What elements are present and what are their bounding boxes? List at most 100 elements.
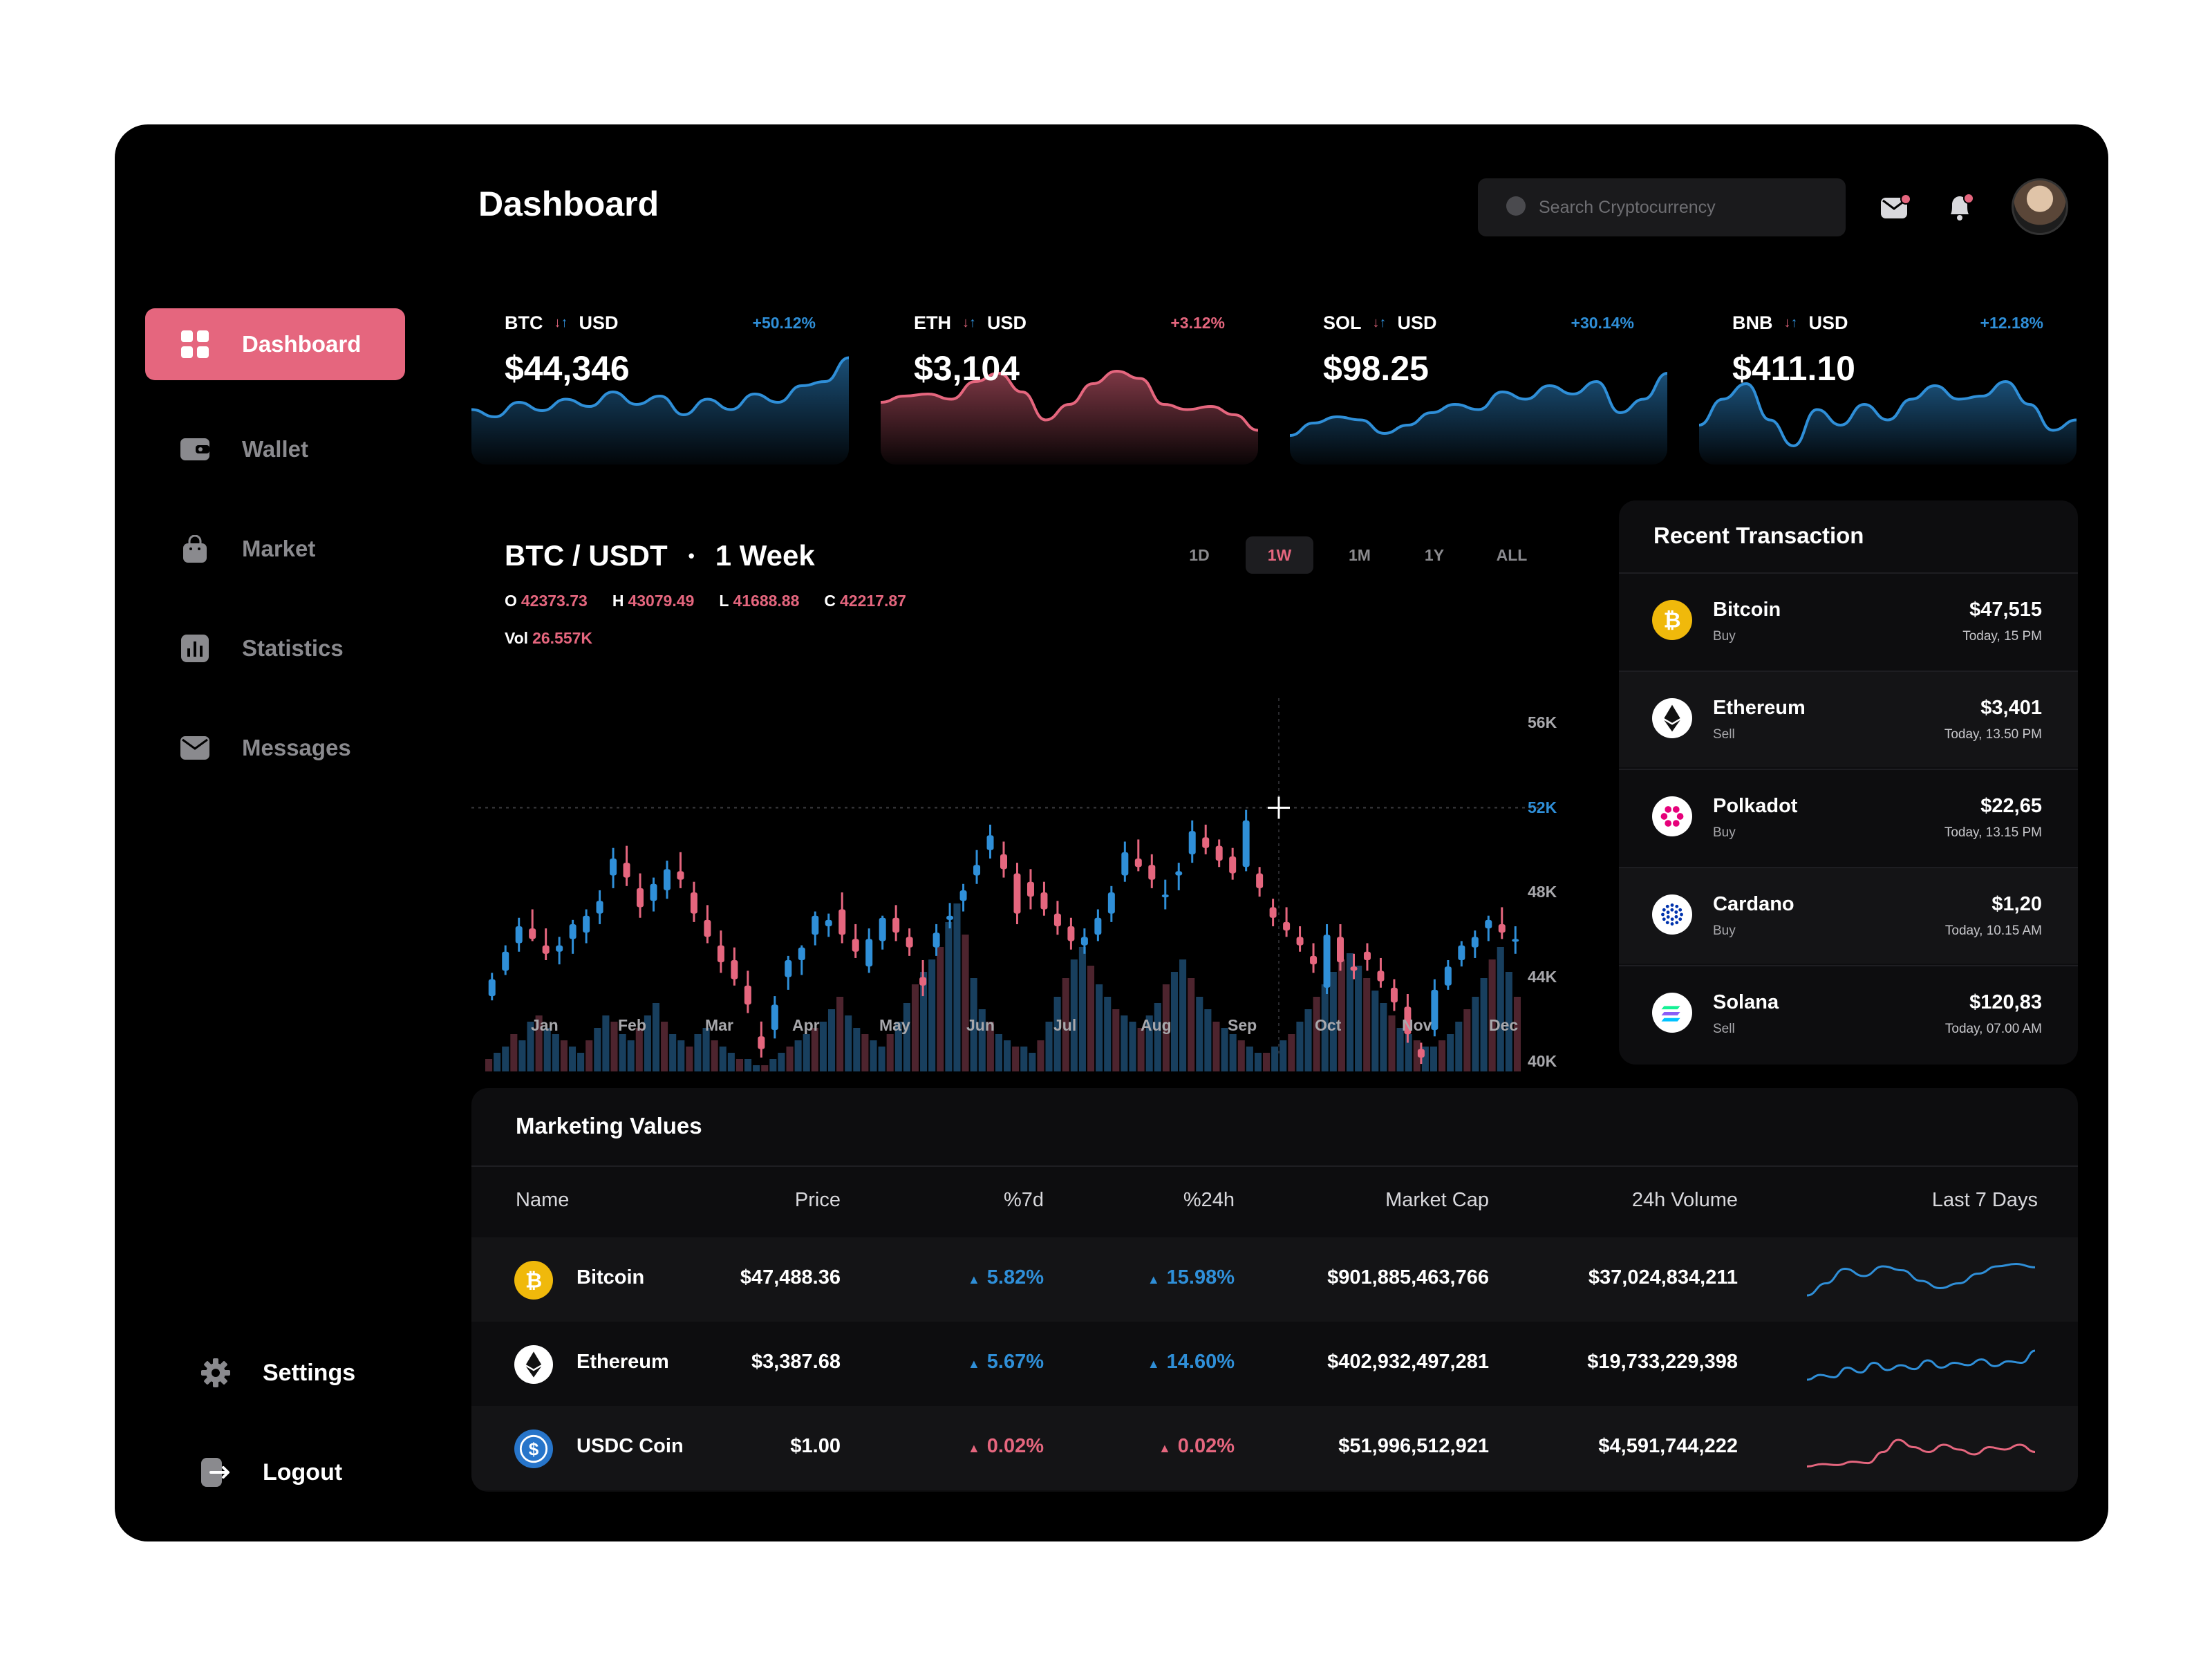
x-axis-tick: Nov [1402, 1016, 1432, 1034]
timeframe-1d[interactable]: 1D [1165, 536, 1233, 574]
sidebar-item-messages[interactable]: Messages [145, 712, 405, 784]
candle [932, 932, 940, 948]
mail-notification-button[interactable] [1876, 188, 1915, 227]
transaction-row[interactable]: Ethereum Sell $3,401 Today, 13.50 PM [1619, 671, 2078, 767]
volume-bar [1078, 947, 1086, 1071]
timeframe-all[interactable]: ALL [1478, 536, 1546, 574]
transaction-row[interactable]: Cardano Buy $1,20 Today, 10.15 AM [1619, 867, 2078, 964]
sidebar-item-label: Messages [242, 735, 351, 760]
candle [1107, 892, 1115, 914]
sidebar: Dashboard Wallet Market Statistics Messa… [115, 124, 474, 1541]
logout-icon [200, 1457, 231, 1488]
volume-bar [594, 1028, 601, 1071]
transaction-row[interactable]: Polkadot Buy $22,65 Today, 13.15 PM [1619, 769, 2078, 865]
candle [1269, 907, 1277, 918]
table-row[interactable]: $ USDC Coin $1.00 ▲ 0.02% ▲ 0.02% $51,996,512,9… [471, 1406, 2078, 1490]
candle [785, 960, 792, 977]
sidebar-item-wallet[interactable]: Wallet [145, 413, 405, 485]
volume-bar [485, 1059, 493, 1071]
logout-button[interactable]: Logout [200, 1445, 342, 1500]
candle [1471, 937, 1479, 948]
candle [1417, 1049, 1425, 1058]
transaction-time: Today, 15 PM [1962, 629, 2042, 644]
candlestick-chart[interactable] [471, 574, 1550, 1071]
candle [1134, 859, 1142, 868]
triangle-up-icon: ▲ [1147, 1273, 1160, 1286]
notification-button[interactable] [1941, 188, 1980, 227]
coin-name-value: Bitcoin [577, 1266, 645, 1288]
x-axis-tick: Jun [966, 1016, 995, 1034]
candle [529, 928, 536, 939]
volume-bar [627, 1040, 635, 1071]
volume-bar [1480, 978, 1488, 1071]
timeframe-1w[interactable]: 1W [1246, 536, 1313, 574]
bag-icon [180, 534, 210, 564]
ticker-pair: BNB ↓↑ USD [1732, 312, 1848, 334]
volume-bar [1237, 1040, 1245, 1071]
market-cap-value: $51,996,512,921 [1338, 1435, 1489, 1457]
coin-avatar: ₿ [1652, 600, 1692, 640]
column-header-price: Price [794, 1189, 841, 1211]
volume-bar [1020, 1047, 1028, 1071]
ticker-card-sol[interactable]: SOL ↓↑ USD +30.14% $98.25 [1290, 283, 1667, 465]
ticker-price: $3,104 [914, 349, 1020, 388]
base-symbol: ETH [914, 312, 951, 333]
table-row[interactable]: ₿ Bitcoin $47,488.36 ▲ 5.82% ▲ 15.98% $901,885,… [471, 1237, 2078, 1322]
change-24h: ▲ 0.02% [1159, 1435, 1235, 1458]
candle [973, 865, 981, 876]
candle [1013, 873, 1021, 914]
candle [812, 915, 819, 935]
table-row[interactable]: Ethereum $3,387.68 ▲ 5.67% ▲ 14.60% $402,932,4… [471, 1322, 2078, 1406]
sidebar-item-market[interactable]: Market [145, 513, 405, 585]
volume-bar [1371, 991, 1379, 1071]
candle [690, 892, 697, 914]
candle [852, 939, 859, 952]
volume-24h: $19,733,229,398 [1587, 1351, 1738, 1374]
volume-bar [1229, 1034, 1237, 1071]
coin-avatar [1652, 993, 1692, 1033]
transaction-type: Buy [1713, 629, 1736, 644]
x-axis-tick: May [879, 1016, 910, 1034]
candle [1377, 971, 1385, 982]
candle [637, 888, 644, 908]
volume-bar [778, 1053, 785, 1071]
timeframe-1m[interactable]: 1M [1326, 536, 1394, 574]
candle [515, 926, 523, 944]
sidebar-item-label: Dashboard [242, 331, 362, 357]
sidebar-item-dashboard[interactable]: Dashboard [145, 308, 405, 380]
search-input[interactable] [1539, 197, 1829, 218]
transaction-row[interactable]: Solana Sell $120,83 Today, 07.00 AM [1619, 965, 2078, 1062]
solana-icon [1652, 993, 1692, 1033]
candle [1458, 945, 1465, 960]
volume-bar [1346, 953, 1354, 1071]
volume-bar [1070, 959, 1078, 1071]
x-axis-tick: Oct [1315, 1016, 1342, 1034]
volume-bar [1355, 966, 1362, 1071]
volume-bar [1029, 1053, 1036, 1071]
search-bar[interactable] [1478, 178, 1846, 236]
sidebar-item-statistics[interactable]: Statistics [145, 612, 405, 684]
x-axis-tick: Dec [1489, 1016, 1519, 1034]
transaction-row[interactable]: ₿ Bitcoin Buy $47,515 Today, 15 PM [1619, 572, 2078, 669]
candle [1337, 937, 1344, 963]
volume-bar [1338, 959, 1345, 1071]
ticker-card-bnb[interactable]: BNB ↓↑ USD +12.18% $411.10 [1699, 283, 2077, 465]
change-24h: ▲ 14.60% [1147, 1351, 1235, 1374]
volume-bar [560, 1040, 568, 1071]
candle [677, 871, 684, 880]
volume-bar [518, 1040, 526, 1071]
avatar[interactable] [2012, 178, 2068, 235]
ethereum-icon [514, 1345, 553, 1384]
ticker-pair: SOL ↓↑ USD [1323, 312, 1437, 334]
ticker-change: +3.12% [1170, 314, 1225, 332]
transaction-amount: $120,83 [1969, 991, 2042, 1013]
timeframe-1y[interactable]: 1Y [1400, 536, 1468, 574]
ticker-card-eth[interactable]: ETH ↓↑ USD +3.12% $3,104 [881, 283, 1258, 465]
period-label: 1 Week [715, 539, 815, 572]
candle [1390, 987, 1398, 1003]
settings-button[interactable]: Settings [200, 1345, 355, 1400]
ticker-card-btc[interactable]: BTC ↓↑ USD +50.12% $44,346 [471, 283, 849, 465]
coin-avatar: ₿ [514, 1261, 553, 1300]
volume-bar [694, 1034, 702, 1071]
volume-bar [861, 1034, 869, 1071]
